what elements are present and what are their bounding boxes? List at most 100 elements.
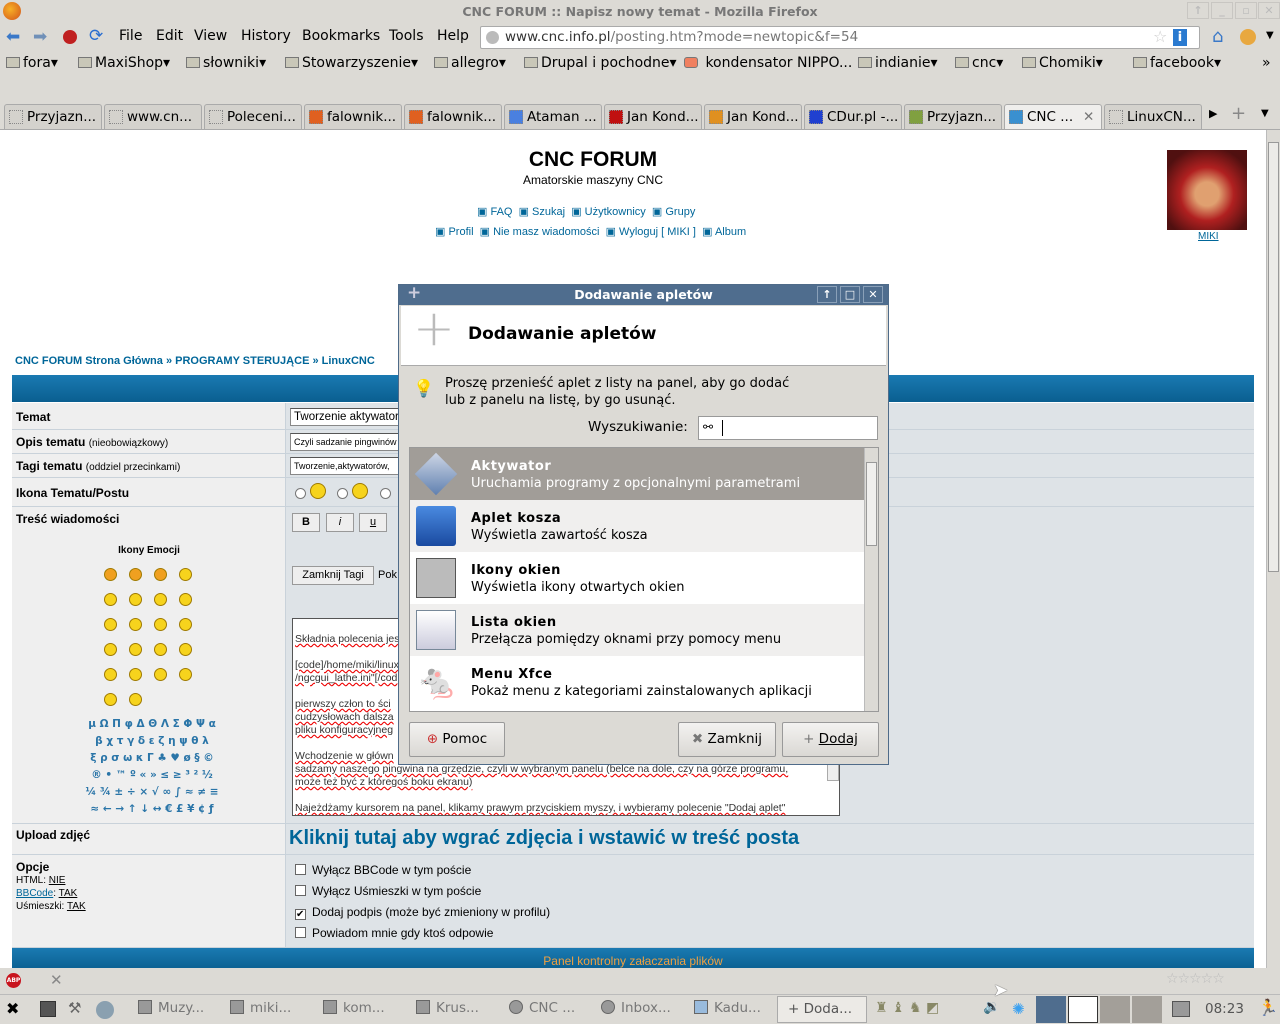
char-row[interactable]: ¼ ¾ ± ÷ × √ ∞ ∫ ≈ ≠ ≡ — [72, 784, 232, 801]
bookmark-folder[interactable]: MaxiShop▾ — [78, 55, 170, 71]
tab-list-icon[interactable]: ▼ — [1261, 108, 1269, 119]
option-notify[interactable]: Powiadom mnie gdy ktoś odpowie — [295, 926, 493, 940]
applet-item[interactable]: Aplet kosza Wyświetla zawartość kosza — [410, 500, 864, 552]
home-icon[interactable]: ⌂ — [1212, 26, 1223, 47]
reload-icon[interactable]: ⟳ — [89, 26, 103, 46]
window-maximize-button[interactable]: ▫ — [1235, 2, 1257, 19]
option-attach-signature[interactable]: ✔ Dodaj podpis (może być zmieniony w prof… — [295, 905, 550, 920]
checkbox[interactable] — [295, 927, 306, 938]
tray-icons[interactable]: ♜ ♝ ♞ ◩ — [875, 1000, 975, 1018]
tab[interactable]: Jan Kond... — [704, 104, 802, 129]
avatar[interactable] — [1167, 150, 1247, 230]
char-row[interactable]: ξ ρ σ ω κ Γ ♣ ♥ ø § © — [72, 750, 232, 767]
taskbar-item[interactable]: Krus... — [416, 1000, 479, 1016]
taskbar-item[interactable]: Inbox... — [601, 1000, 671, 1016]
breadcrumb-home[interactable]: CNC FORUM Strona Główna — [15, 355, 163, 367]
back-icon[interactable]: ⬅ — [6, 27, 20, 47]
taskbar-item[interactable]: miki... — [230, 1000, 291, 1016]
bbcode-status[interactable]: TAK — [59, 888, 78, 899]
char-row[interactable]: ≈ ← → ↑ ↓ ↔ € £ ¥ ¢ ƒ — [72, 801, 232, 818]
list-scrollbar-thumb[interactable] — [866, 462, 877, 546]
users-link[interactable]: ▣ Użytkownicy — [571, 206, 646, 218]
checkbox-checked[interactable]: ✔ — [295, 909, 306, 920]
icon-radio[interactable] — [295, 488, 306, 499]
applet-item[interactable]: Ikony okien Wyświetla ikony otwartych oki… — [410, 552, 864, 604]
bookmark-star-icon[interactable]: ☆ — [1153, 26, 1167, 47]
screenshot-icon[interactable] — [1172, 1001, 1190, 1017]
close-button[interactable]: ✖ Zamknij — [678, 722, 776, 757]
bookmark-folder[interactable]: allegro▾ — [434, 55, 506, 71]
window-minimize-button[interactable]: _ — [1211, 2, 1233, 19]
adblock-icon[interactable]: ABP — [6, 973, 21, 988]
tab-active[interactable]: CNC ... ✕ — [1004, 104, 1102, 129]
page-scrollbar[interactable] — [1266, 130, 1280, 968]
emoticon-icon[interactable] — [154, 568, 167, 581]
emoticon-icon[interactable] — [104, 568, 117, 581]
emoticon-icon[interactable] — [179, 568, 192, 581]
menu-tools[interactable]: Tools — [389, 28, 424, 44]
forward-icon[interactable]: ➡ — [33, 27, 47, 47]
logout-icon[interactable]: 🏃 — [1258, 998, 1278, 1017]
tab[interactable]: Jan Kond... — [604, 104, 702, 129]
tab-close-icon[interactable]: ✕ — [1083, 105, 1094, 129]
italic-button[interactable]: i — [326, 513, 354, 532]
upload-link[interactable]: Kliknij tutaj aby wgrać zdjęcia i wstawi… — [289, 827, 799, 850]
tab[interactable]: CDur.pl -... — [804, 104, 902, 129]
breadcrumb-forum[interactable]: LinuxCNC — [322, 355, 375, 367]
char-row[interactable]: μ Ω Π φ Δ Θ Λ Σ Φ Ψ α — [72, 716, 232, 733]
option-disable-bbcode[interactable]: Wyłącz BBCode w tym poście — [295, 863, 471, 877]
tab[interactable]: falownik... — [404, 104, 502, 129]
menu-file[interactable]: File — [119, 28, 142, 44]
bookmark-folder[interactable]: facebook▾ — [1133, 55, 1221, 71]
album-link[interactable]: ▣ Album — [702, 226, 746, 238]
stop-icon[interactable] — [63, 30, 77, 44]
profile-link[interactable]: ▣ Profil — [435, 226, 474, 238]
emoticon-icon[interactable] — [104, 668, 117, 681]
icon-radio[interactable] — [337, 488, 348, 499]
groups-link[interactable]: ▣ Grupy — [652, 206, 695, 218]
taskbar-item[interactable]: kom... — [323, 1000, 385, 1016]
bookmark-folder[interactable]: fora▾ — [6, 55, 58, 71]
subject-input[interactable]: Tworzenie aktywatore — [290, 408, 400, 426]
emoticon-icon[interactable] — [104, 618, 117, 631]
emoticon-icon[interactable] — [129, 568, 142, 581]
applet-item[interactable]: 🐁 Menu Xfce Pokaż menu z kategoriami zains… — [410, 656, 864, 708]
tab[interactable]: www.cn... — [104, 104, 202, 129]
workspace-4[interactable] — [1132, 996, 1162, 1023]
emoticon-icon[interactable] — [129, 593, 142, 606]
char-row[interactable]: β χ τ γ δ ε ζ η ψ θ λ — [72, 733, 232, 750]
search-input[interactable]: ⚯ — [698, 416, 878, 440]
bookmarks-overflow[interactable]: » — [1262, 55, 1271, 71]
tab[interactable]: Przyjazn... — [904, 104, 1002, 129]
greasemonkey-icon[interactable] — [1240, 29, 1256, 45]
bookmark-folder[interactable]: indianie▾ — [858, 55, 938, 71]
workspace-1[interactable] — [1036, 996, 1066, 1023]
bbcode-link[interactable]: BBCode — [16, 888, 53, 899]
bookmark-folder[interactable]: Drupal i pochodne▾ — [524, 55, 677, 71]
xfce-menu-icon[interactable]: ✖ — [6, 999, 19, 1018]
bookmark-link[interactable]: kondensator NIPPO... — [684, 55, 852, 71]
emoticon-icon[interactable] — [179, 668, 192, 681]
checkbox[interactable] — [295, 885, 306, 896]
messages-link[interactable]: ▣ Nie masz wiadomości — [480, 226, 600, 238]
smiles-status[interactable]: TAK — [67, 901, 86, 912]
hammer-icon[interactable]: ⚒ — [68, 999, 81, 1017]
search-link[interactable]: ▣ Szukaj — [519, 206, 565, 218]
bookmark-folder[interactable]: cnc▾ — [955, 55, 1003, 71]
terminal-icon[interactable] — [40, 1001, 56, 1017]
bold-button[interactable]: B — [292, 513, 320, 532]
list-scrollbar[interactable] — [864, 448, 878, 711]
tab[interactable]: LinuxCN... — [1104, 104, 1202, 129]
menu-bookmarks[interactable]: Bookmarks — [302, 28, 380, 44]
user-link[interactable]: MIKI — [1198, 231, 1219, 242]
emoticon-icon[interactable] — [129, 693, 142, 706]
faq-link[interactable]: ▣ FAQ — [477, 206, 512, 218]
network-icon[interactable]: ✺ — [1012, 1000, 1025, 1018]
scrollbar-thumb[interactable] — [1268, 142, 1279, 572]
emoticon-icon[interactable] — [179, 643, 192, 656]
emoticon-icon[interactable] — [154, 668, 167, 681]
html-status[interactable]: NIE — [49, 875, 66, 886]
applet-item[interactable]: Lista okien Przełącza pomiędzy oknami prz… — [410, 604, 864, 656]
chevron-down-icon[interactable]: ▼ — [1266, 30, 1274, 41]
emoticon-icon[interactable] — [129, 668, 142, 681]
